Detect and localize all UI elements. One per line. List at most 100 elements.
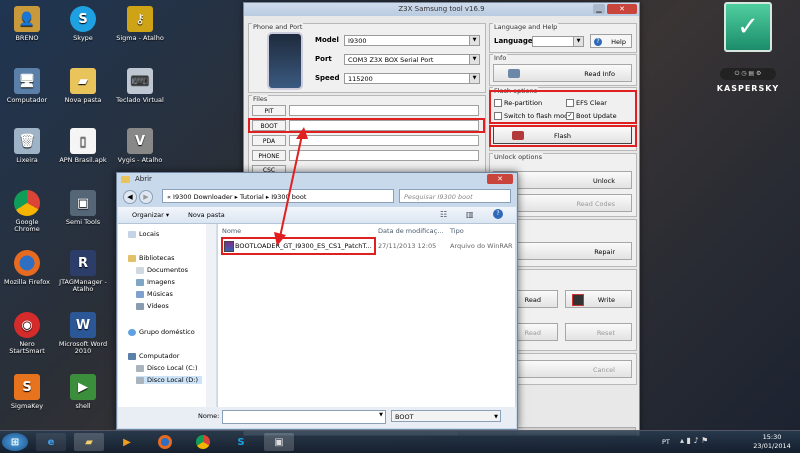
nav-item-bibliotecas[interactable]: Bibliotecas (128, 254, 174, 262)
search-input[interactable]: Pesquisar I9300 boot (399, 189, 511, 203)
recent-places-icon (128, 230, 136, 238)
pit-button[interactable]: PIT (252, 105, 286, 116)
vygis-icon: V (127, 128, 153, 154)
pit-path-field[interactable] (289, 105, 479, 116)
navigation-pane[interactable]: Locais Bibliotecas Documentos Imagens Mú… (118, 224, 207, 407)
tray-icons[interactable]: ▴ ▮ ♪ ⚑ (680, 436, 708, 445)
dialog-close-button[interactable]: ✕ (487, 174, 513, 184)
desktop-icon-sigma[interactable]: ⚷ Sigma - Atalho (115, 6, 165, 42)
speed-select[interactable]: 115200 ▼ (344, 73, 480, 84)
shell-icon: ▶ (70, 374, 96, 400)
back-icon[interactable]: ◀ (123, 190, 137, 204)
kaspersky-brand: KASPERSKY (716, 84, 780, 93)
pictures-icon (136, 278, 144, 286)
ie-icon[interactable]: e (36, 433, 66, 451)
port-select[interactable]: COM3 Z3X BOX Serial Port ▼ (344, 54, 480, 65)
libraries-icon (128, 254, 136, 262)
close-button[interactable]: ✕ (607, 4, 637, 14)
nav-item-disco-d[interactable]: Disco Local (D:) (136, 376, 202, 384)
nav-item-documentos[interactable]: Documentos (136, 266, 188, 274)
file-icon: ▯ (70, 128, 96, 154)
organize-button[interactable]: Organizar ▾ (132, 211, 169, 219)
explorer-icon[interactable]: ▰ (74, 433, 104, 451)
desktop-icon-apn[interactable]: ▯ APN Brasil.apk (58, 128, 108, 164)
firefox-icon (14, 250, 40, 276)
file-type-select[interactable]: BOOT ▼ (391, 410, 501, 422)
column-date[interactable]: Data de modificaç... (378, 227, 443, 235)
homegroup-icon (128, 328, 136, 336)
documents-icon (136, 266, 144, 274)
desktop-icon-skype[interactable]: S Skype (58, 6, 108, 42)
view-icon[interactable]: ☷ (440, 210, 447, 219)
flash-button-highlight (489, 125, 637, 147)
read-info-button[interactable]: Read Info (493, 64, 632, 82)
windows-start-icon[interactable]: ⊞ (2, 433, 28, 451)
chrome-icon (14, 190, 40, 216)
chevron-down-icon: ▼ (469, 74, 479, 83)
desktop-icon-jtag[interactable]: R JTAGManager - Atalho (58, 250, 108, 293)
nav-item-imagens[interactable]: Imagens (136, 278, 175, 286)
chevron-down-icon: ▼ (573, 37, 583, 46)
media-player-icon[interactable]: ▶ (112, 433, 142, 451)
language-select[interactable]: ▼ (532, 36, 584, 47)
skype-icon[interactable]: S (226, 433, 256, 451)
desktop-icon-breno[interactable]: 👤 BRENO (2, 6, 52, 42)
kaspersky-gadget[interactable]: ✓ ⏻ ◷ ▤ ⚙ KASPERSKY (716, 2, 788, 96)
preview-pane-icon[interactable]: ▥ (466, 210, 474, 219)
desktop-icon-computador[interactable]: 🖥 Computador (2, 68, 52, 104)
taskbar: ⊞ e ▰ ▶ S ▣ PT ▴ ▮ ♪ ⚑ 15:30 23/01/2014 (0, 430, 800, 453)
kaspersky-controls[interactable]: ⏻ ◷ ▤ ⚙ (720, 68, 776, 80)
drive-icon (136, 376, 144, 384)
desktop-icon-chrome[interactable]: Google Chrome (2, 190, 52, 233)
chevron-down-icon: ▼ (494, 414, 498, 420)
semitools-icon: ▣ (70, 190, 96, 216)
help-icon[interactable]: ? (493, 209, 503, 219)
computer-icon: 🖥 (14, 68, 40, 94)
desktop-icon-semitools[interactable]: ▣ Semi Tools (58, 190, 108, 226)
column-name[interactable]: Nome (222, 227, 241, 235)
dialog-footer: Nome: ▼ BOOT ▼ (118, 407, 516, 428)
nav-scrollbar[interactable] (206, 224, 217, 407)
reset-button[interactable]: Reset (565, 323, 632, 341)
firefox-icon[interactable] (150, 433, 180, 451)
nav-item-grupo-domestico[interactable]: Grupo doméstico (128, 328, 195, 336)
folder-icon: ▰ (70, 68, 96, 94)
z3x-titlebar[interactable]: Z3X Samsung tool v16.9 ▁ ✕ (244, 3, 639, 16)
help-button[interactable]: ? Help (590, 34, 632, 48)
desktop-icon-sigmakey[interactable]: S SigmaKey (2, 374, 52, 410)
nav-item-videos[interactable]: Vídeos (136, 302, 169, 310)
minimize-button[interactable]: ▁ (593, 4, 605, 14)
arrow-head-down (274, 232, 286, 246)
chrome-icon[interactable] (188, 433, 218, 451)
nav-item-disco-c[interactable]: Disco Local (C:) (136, 364, 198, 372)
videos-icon (136, 302, 144, 310)
file-name-input[interactable]: ▼ (222, 410, 386, 424)
write-button[interactable]: Write (565, 290, 632, 308)
desktop-icon-shell[interactable]: ▶ shell (58, 374, 108, 410)
computer-icon (128, 352, 136, 360)
new-folder-button[interactable]: Nova pasta (188, 211, 225, 219)
column-type[interactable]: Tipo (450, 227, 464, 235)
phone-image (267, 32, 303, 90)
nav-item-computador[interactable]: Computador (128, 352, 179, 360)
clock-date[interactable]: 23/01/2014 (752, 442, 792, 450)
language-indicator[interactable]: PT (662, 438, 670, 446)
desktop-icon-teclado[interactable]: ⌨ Teclado Virtual (115, 68, 165, 104)
desktop-icon-vygis[interactable]: V Vygis - Atalho (115, 128, 165, 164)
model-select[interactable]: I9300 ▼ (344, 35, 480, 46)
nav-item-musicas[interactable]: Músicas (136, 290, 173, 298)
z3x-icon[interactable]: ▣ (264, 433, 294, 451)
forward-icon[interactable]: ▶ (139, 190, 153, 204)
music-icon (136, 290, 144, 298)
chip-icon (572, 294, 584, 306)
desktop-icon-nero[interactable]: ◉ Nero StartSmart (2, 312, 52, 355)
clock-time[interactable]: 15:30 (752, 433, 792, 441)
file-list[interactable]: Nome Data de modificaç... Tipo BOOTLOADE… (218, 224, 515, 407)
word-icon: W (70, 312, 96, 338)
desktop-icon-nova-pasta[interactable]: ▰ Nova pasta (58, 68, 108, 104)
nav-item-locais[interactable]: Locais (128, 230, 159, 238)
desktop-icon-word[interactable]: W Microsoft Word 2010 (58, 312, 108, 355)
drive-icon (136, 364, 144, 372)
desktop-icon-firefox[interactable]: Mozilla Firefox (2, 250, 52, 286)
desktop-icon-lixeira[interactable]: 🗑 Lixeira (2, 128, 52, 164)
